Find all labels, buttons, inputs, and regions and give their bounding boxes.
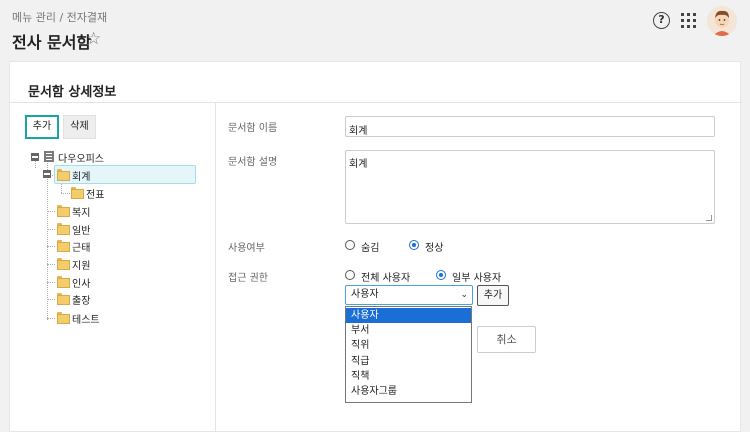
folder-icon: [57, 276, 70, 288]
folder-icon: [71, 187, 84, 199]
detail-panel: 문서함 상세정보 추가 삭제 다우오피스 회계 전표 복지 일반 근태 지원 인…: [9, 61, 742, 432]
tree-item[interactable]: 회계: [72, 168, 90, 183]
usage-normal-label[interactable]: 정상: [425, 239, 443, 254]
folder-icon: [57, 293, 70, 305]
tree-connector: [47, 246, 55, 247]
dropdown-option-user[interactable]: 사용자: [346, 308, 471, 323]
description-label: 문서함 설명: [228, 157, 278, 168]
tree-connector: [61, 193, 70, 194]
tree-item[interactable]: 일반: [72, 222, 90, 237]
tree-connector: [47, 264, 55, 265]
usage-hidden-radio[interactable]: [345, 240, 355, 250]
description-text: 회계: [349, 159, 368, 170]
tree-item[interactable]: 인사: [72, 275, 90, 290]
dropdown-option-duty[interactable]: 직책: [346, 369, 471, 384]
tree-item[interactable]: 복지: [72, 204, 90, 219]
column-divider: [215, 102, 216, 432]
folder-icon: [57, 169, 70, 181]
dropdown-option-user-group[interactable]: 사용자그룹: [346, 384, 471, 399]
usage-hidden-label[interactable]: 숨김: [361, 239, 379, 254]
name-label: 문서함 이름: [228, 123, 278, 134]
tree-delete-button[interactable]: 삭제: [63, 115, 96, 139]
panel-title: 문서함 상세정보: [28, 85, 117, 100]
apps-grid-icon[interactable]: [681, 13, 696, 28]
collapse-folder-icon[interactable]: [43, 170, 51, 178]
access-partial-label[interactable]: 일부 사용자: [452, 269, 501, 284]
dropdown-option-grade[interactable]: 직급: [346, 354, 471, 369]
tree-connector: [47, 229, 55, 230]
folder-icon: [57, 205, 70, 217]
folder-icon: [57, 258, 70, 270]
panel-divider: [10, 102, 742, 103]
tree-item[interactable]: 지원: [72, 257, 90, 272]
folder-icon: [57, 312, 70, 324]
tree-item-root[interactable]: 다우오피스: [58, 150, 104, 165]
dropdown-option-department[interactable]: 부서: [346, 323, 471, 338]
tree-item[interactable]: 테스트: [72, 311, 100, 326]
tree-item[interactable]: 근태: [72, 239, 90, 254]
folder-icon: [57, 223, 70, 235]
chevron-down-icon: ⌄: [460, 290, 468, 300]
page-title: 전사 문서함: [12, 33, 92, 52]
description-textarea[interactable]: 회계: [345, 150, 715, 224]
folder-icon: [57, 240, 70, 252]
tree-item[interactable]: 출장: [72, 292, 90, 307]
tree-connector: [47, 160, 48, 320]
tree-connector: [47, 318, 55, 319]
target-type-select[interactable]: 사용자 ⌄: [345, 285, 473, 305]
access-all-label[interactable]: 전체 사용자: [361, 269, 410, 284]
collapse-root-icon[interactable]: [31, 153, 39, 161]
dropdown-option-position[interactable]: 직위: [346, 338, 471, 353]
cancel-button[interactable]: 취소: [477, 326, 536, 353]
usage-label: 사용여부: [228, 243, 265, 254]
access-all-radio[interactable]: [345, 270, 355, 280]
select-value: 사용자: [351, 289, 379, 300]
target-type-dropdown: 사용자 부서 직위 직급 직책 사용자그룹: [345, 306, 472, 403]
tree-item[interactable]: 전표: [86, 186, 104, 201]
top-bar: 메뉴 관리 / 전자결재 전사 문서함 ☆ ?: [0, 0, 750, 60]
tree-connector: [35, 160, 36, 168]
access-partial-radio[interactable]: [436, 270, 446, 280]
help-icon[interactable]: ?: [653, 12, 670, 29]
access-label: 접근 권한: [228, 273, 268, 284]
star-icon[interactable]: ☆: [86, 29, 101, 49]
avatar[interactable]: [707, 6, 737, 36]
add-target-button[interactable]: 추가: [477, 285, 509, 306]
tree-add-button[interactable]: 추가: [25, 115, 59, 139]
company-icon: [44, 151, 54, 162]
tree-connector: [47, 299, 55, 300]
tree-connector: [47, 211, 55, 212]
usage-normal-radio[interactable]: [409, 240, 419, 250]
resize-handle[interactable]: [706, 215, 712, 221]
breadcrumb: 메뉴 관리 / 전자결재: [12, 11, 108, 24]
tree-connector: [47, 282, 55, 283]
name-input[interactable]: 회계: [345, 116, 715, 137]
